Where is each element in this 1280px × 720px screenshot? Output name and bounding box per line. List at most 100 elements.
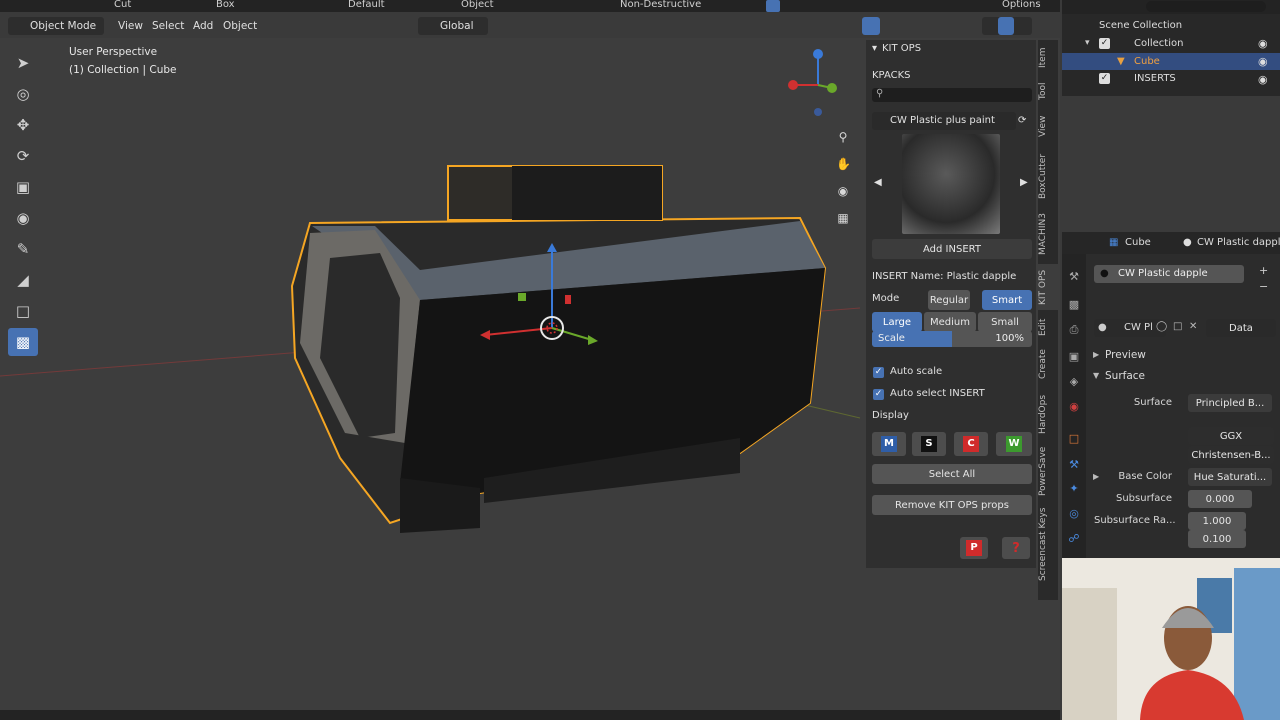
tab-powersave[interactable]: PowerSave	[1038, 444, 1058, 498]
insert-thumbnail[interactable]	[902, 134, 1000, 234]
fake-user-shield-icon[interactable]: ◯	[1156, 321, 1167, 332]
outliner-row-cube[interactable]	[1062, 53, 1280, 70]
p-button[interactable]: P	[960, 537, 988, 559]
tab-tool[interactable]: Tool	[1038, 76, 1058, 106]
subsurface-radius-x-field[interactable]: 1.000	[1188, 512, 1246, 530]
collection-expand-icon[interactable]: ▾	[1085, 38, 1090, 48]
unlink-material-icon[interactable]: ✕	[1189, 321, 1197, 332]
render-props-icon[interactable]: ▩	[1068, 298, 1080, 311]
scale-slider[interactable]: Scale 100%	[872, 331, 1032, 347]
tab-item[interactable]: Item	[1038, 44, 1058, 72]
select-cursor-icon[interactable]: ➤	[8, 49, 38, 77]
visibility-eye-icon[interactable]: ◉	[1258, 37, 1268, 50]
subsurface-method-dropdown[interactable]: Christensen-B...	[1188, 446, 1274, 464]
help-button[interactable]: ?	[1002, 537, 1030, 559]
kpack-search-input[interactable]: ⚲	[872, 88, 1032, 102]
box-cutter-icon[interactable]: ▩	[8, 328, 38, 356]
output-props-icon[interactable]: ⎙	[1068, 323, 1080, 336]
distribution-dropdown[interactable]: GGX	[1188, 427, 1274, 445]
add-slot-icon[interactable]: +	[1259, 264, 1268, 277]
next-insert-icon[interactable]: ▶	[1020, 177, 1028, 188]
outliner-item-inserts[interactable]: INSERTS	[1134, 73, 1176, 84]
base-color-field[interactable]: Hue Saturati...	[1188, 468, 1272, 486]
outliner-item-collection[interactable]: Collection	[1134, 38, 1183, 49]
tab-boxcutter[interactable]: BoxCutter	[1038, 148, 1058, 204]
grid-icon[interactable]: ▦	[836, 205, 850, 232]
visibility-eye-icon-inserts[interactable]: ◉	[1258, 73, 1268, 86]
mode-regular-button[interactable]: Regular	[928, 290, 970, 310]
surface-panel-header[interactable]: Surface	[1105, 370, 1145, 382]
gizmo-toggle-icon[interactable]	[862, 17, 880, 35]
measure-icon[interactable]: ◢	[8, 266, 38, 294]
menu-object[interactable]: Object	[223, 20, 257, 32]
select-all-button[interactable]: Select All	[872, 464, 1032, 484]
cut-label[interactable]: Cut	[114, 0, 131, 10]
menu-add[interactable]: Add	[193, 20, 213, 32]
subsurface-radius-y-field[interactable]: 0.100	[1188, 530, 1246, 548]
basecolor-expand-icon[interactable]: ▶	[1093, 472, 1099, 481]
material-shading-icon[interactable]	[998, 17, 1014, 35]
surface-collapse-icon[interactable]: ▼	[1093, 371, 1099, 380]
visibility-eye-icon-cube[interactable]: ◉	[1258, 55, 1268, 68]
options-label[interactable]: Options	[1002, 0, 1041, 10]
tab-view[interactable]: View	[1038, 110, 1058, 142]
zoom-icon[interactable]: ⚲	[836, 124, 850, 151]
prev-insert-icon[interactable]: ◀	[874, 177, 882, 188]
collection-checkbox[interactable]: ✓	[1099, 38, 1110, 49]
remove-slot-icon[interactable]: −	[1259, 280, 1268, 293]
mode-smart-button[interactable]: Smart	[982, 290, 1032, 310]
cursor-3d-icon[interactable]: ◎	[8, 80, 38, 108]
add-insert-button[interactable]: Add INSERT	[872, 239, 1032, 259]
size-large-button[interactable]: Large	[872, 312, 922, 332]
scale-icon[interactable]: ▣	[8, 173, 38, 201]
tab-hardops[interactable]: HardOps	[1038, 388, 1058, 440]
auto-scale-checkbox[interactable]: ✓	[873, 367, 884, 378]
display-c-button[interactable]: C	[954, 432, 988, 456]
link-data-dropdown[interactable]: Data	[1206, 319, 1276, 337]
surface-shader-field[interactable]: Principled B...	[1188, 394, 1272, 412]
menu-view[interactable]: View	[118, 20, 143, 32]
material-slot-list-item[interactable]: ● CW Plastic dapple	[1094, 265, 1244, 283]
display-s-button[interactable]: S	[912, 432, 946, 456]
object-props-icon[interactable]: □	[1068, 432, 1080, 445]
copy-material-icon[interactable]: □	[1173, 321, 1182, 332]
non-destructive-label[interactable]: Non-Destructive	[620, 0, 701, 10]
tab-edit[interactable]: Edit	[1038, 314, 1058, 340]
display-w-button[interactable]: W	[996, 432, 1032, 456]
camera-icon[interactable]: ◉	[836, 178, 850, 205]
outliner-item-cube[interactable]: Cube	[1134, 56, 1160, 67]
pause-icon[interactable]	[766, 0, 780, 12]
default-label[interactable]: Default	[348, 0, 385, 10]
constraints-props-icon[interactable]: ☍	[1068, 532, 1080, 545]
modifier-props-icon[interactable]: ⚒	[1068, 458, 1080, 471]
subsurface-field[interactable]: 0.000	[1188, 490, 1252, 508]
tab-kitops[interactable]: KIT OPS	[1038, 264, 1058, 310]
annotate-icon[interactable]: ✎	[8, 235, 38, 263]
refresh-icon[interactable]: ⟳	[1018, 115, 1026, 126]
move-icon[interactable]: ✥	[8, 111, 38, 139]
transform-icon[interactable]: ◉	[8, 204, 38, 232]
auto-select-checkbox[interactable]: ✓	[873, 389, 884, 400]
outliner-search-input[interactable]	[1146, 1, 1266, 12]
menu-select[interactable]: Select	[152, 20, 184, 32]
kitops-collapse-icon[interactable]: ▾	[872, 43, 877, 54]
physics-props-icon[interactable]: ◎	[1068, 507, 1080, 520]
remove-kitops-props-button[interactable]: Remove KIT OPS props	[872, 495, 1032, 515]
scene-props-icon[interactable]: ◈	[1068, 375, 1080, 388]
size-small-button[interactable]: Small	[978, 312, 1032, 332]
display-m-button[interactable]: M	[872, 432, 906, 456]
tab-screencast-keys[interactable]: Screencast Keys	[1038, 502, 1058, 586]
preview-expand-icon[interactable]: ▶	[1093, 350, 1099, 359]
pan-hand-icon[interactable]: ✋	[836, 151, 851, 178]
view-layer-props-icon[interactable]: ▣	[1068, 350, 1080, 363]
preview-panel-header[interactable]: Preview	[1105, 349, 1146, 361]
size-medium-button[interactable]: Medium	[924, 312, 976, 332]
particles-props-icon[interactable]: ✦	[1068, 482, 1080, 495]
object-label[interactable]: Object	[461, 0, 494, 10]
cut-icon[interactable]: □	[8, 297, 38, 325]
box-label[interactable]: Box	[216, 0, 235, 10]
tab-machin3[interactable]: MACHIN3	[1038, 208, 1058, 260]
tool-props-icon[interactable]: ⚒	[1068, 270, 1080, 283]
tab-create[interactable]: Create	[1038, 344, 1058, 384]
rotate-icon[interactable]: ⟳	[8, 142, 38, 170]
